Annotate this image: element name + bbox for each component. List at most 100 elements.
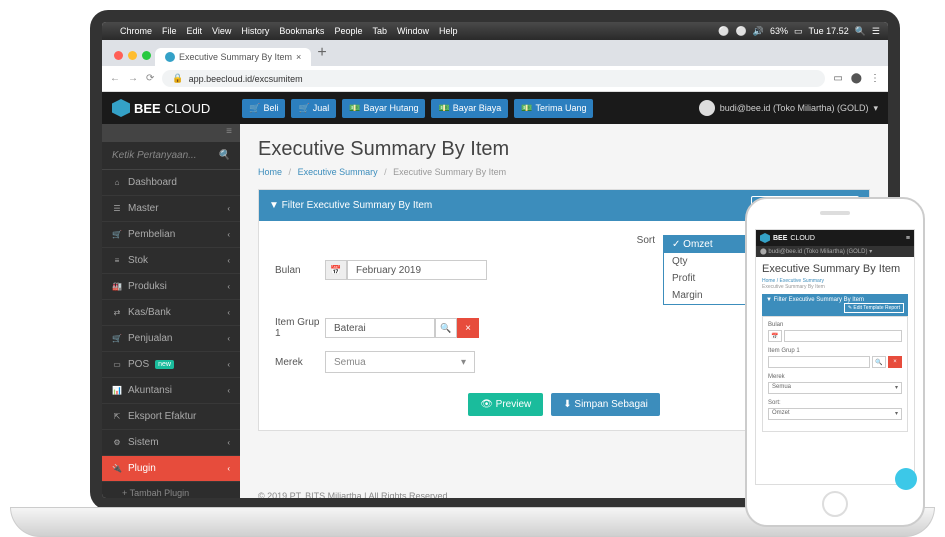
back-button[interactable]: ← xyxy=(110,73,120,84)
reload-button[interactable]: ⟳ xyxy=(146,73,154,84)
page-title: Executive Summary By Item xyxy=(258,138,870,161)
menu-icon: ▭ xyxy=(112,360,122,369)
brand-logo[interactable]: BEECLOUD xyxy=(112,99,210,117)
browser-toolbar: ← → ⟳ 🔒 app.beecloud.id/excsumitem ▭ ⬤ ⋮ xyxy=(102,66,888,92)
minimize-icon[interactable] xyxy=(128,51,137,60)
mobile-search-button[interactable]: 🔍 xyxy=(872,356,886,368)
sidebar-item-master[interactable]: ☰Master‹ xyxy=(102,196,240,222)
sidebar-item-dashboard[interactable]: ⌂Dashboard xyxy=(102,170,240,196)
mobile-breadcrumb: Home / Executive Summary Executive Summa… xyxy=(762,278,908,290)
breadcrumb-current: Executive Summary By Item xyxy=(393,167,506,177)
app-topbar: BEECLOUD 🛒Beli 🛒Jual 💵Bayar Hutang 💵Baya… xyxy=(102,92,888,124)
breadcrumb-home[interactable]: Home xyxy=(258,167,282,177)
chevron-right-icon: ‹ xyxy=(227,282,230,291)
sidebar-item-label: Eksport Efaktur xyxy=(128,411,196,422)
calendar-icon[interactable]: 📅 xyxy=(325,260,347,280)
label-merek: Merek xyxy=(275,357,325,368)
bulan-input[interactable]: February 2019 xyxy=(347,260,487,280)
menu-icon: 🔌 xyxy=(112,464,122,473)
label-bulan: Bulan xyxy=(275,265,325,276)
menu-edit[interactable]: Edit xyxy=(187,26,203,36)
sidebar-item-penjualan[interactable]: 🛒Penjualan‹ xyxy=(102,326,240,352)
sidebar-item-pembelian[interactable]: 🛒Pembelian‹ xyxy=(102,222,240,248)
menu-icon[interactable]: ☰ xyxy=(872,26,880,37)
sidebar-item-kasbank[interactable]: ⇄Kas/Bank‹ xyxy=(102,300,240,326)
menu-icon[interactable]: ≡ xyxy=(906,235,910,242)
menu-tab[interactable]: Tab xyxy=(372,26,387,36)
profile-icon[interactable]: ⬤ xyxy=(851,73,862,84)
sidebar-item-label: Kas/Bank xyxy=(128,307,171,318)
quick-beli-button[interactable]: 🛒Beli xyxy=(242,99,285,118)
sidebar-item-label: Produksi xyxy=(128,281,167,292)
window-controls[interactable] xyxy=(110,51,155,66)
sidebar-sub-tambah-plugin[interactable]: + Tambah Plugin xyxy=(102,482,240,498)
mobile-clear-button[interactable]: × xyxy=(888,356,902,368)
mobile-label-bulan: Bulan xyxy=(768,322,902,328)
item-grup-search-button[interactable]: 🔍 xyxy=(435,318,457,338)
menu-dots-icon[interactable]: ⋮ xyxy=(870,73,880,84)
sidebar-item-label: Pembelian xyxy=(128,229,175,240)
menu-file[interactable]: File xyxy=(162,26,177,36)
menu-view[interactable]: View xyxy=(212,26,231,36)
sidebar-item-stok[interactable]: ≡Stok‹ xyxy=(102,248,240,274)
mobile-sort-select[interactable]: Omzet▾ xyxy=(768,408,902,420)
mobile-page-title: Executive Summary By Item xyxy=(762,263,908,275)
mobile-edit-template-button[interactable]: ✎ Edit Template Report xyxy=(844,303,904,313)
sidebar-item-pos[interactable]: ▭POSnew‹ xyxy=(102,352,240,378)
sidebar-item-akuntansi[interactable]: 📊Akuntansi‹ xyxy=(102,378,240,404)
close-tab-icon[interactable]: × xyxy=(296,52,301,62)
mobile-item-grup-input[interactable] xyxy=(768,356,870,368)
mobile-merek-select[interactable]: Semua▾ xyxy=(768,382,902,394)
sidebar-item-label: POS xyxy=(128,359,149,370)
sidebar-item-eksportefaktur[interactable]: ⇱Eksport Efaktur xyxy=(102,404,240,430)
sidebar-toggle[interactable]: ≡ xyxy=(102,124,240,142)
sidebar-search[interactable]: Ketik Pertanyaan... 🔍 xyxy=(102,142,240,170)
sidebar: ≡ Ketik Pertanyaan... 🔍 ⌂Dashboard☰Maste… xyxy=(102,124,240,498)
sidebar-item-label: Akuntansi xyxy=(128,385,172,396)
sidebar-item-plugin[interactable]: 🔌Plugin‹ xyxy=(102,456,240,482)
menu-bookmarks[interactable]: Bookmarks xyxy=(279,26,324,36)
browser-tab[interactable]: Executive Summary By Item × xyxy=(155,48,311,66)
sidebar-item-produksi[interactable]: 🏭Produksi‹ xyxy=(102,274,240,300)
new-badge: new xyxy=(155,360,174,369)
search-icon[interactable]: 🔍 xyxy=(855,26,866,37)
sidebar-item-label: Sistem xyxy=(128,437,159,448)
menu-icon: ☰ xyxy=(112,204,122,213)
save-as-button[interactable]: ⬇ Simpan Sebagai xyxy=(551,393,660,416)
quick-terima-uang-button[interactable]: 💵Terima Uang xyxy=(514,99,593,118)
menu-people[interactable]: People xyxy=(334,26,362,36)
quick-bayar-biaya-button[interactable]: 💵Bayar Biaya xyxy=(431,99,508,118)
calendar-icon[interactable]: 📅 xyxy=(768,330,782,342)
chevron-right-icon: ‹ xyxy=(227,464,230,473)
merek-select[interactable]: Semua ▾ xyxy=(325,351,475,373)
menu-icon: 🛒 xyxy=(112,334,122,343)
quick-bayar-hutang-button[interactable]: 💵Bayar Hutang xyxy=(342,99,425,118)
home-button[interactable] xyxy=(822,491,848,517)
chevron-right-icon: ‹ xyxy=(227,386,230,395)
menu-chrome[interactable]: Chrome xyxy=(120,26,152,36)
sidebar-item-label: Dashboard xyxy=(128,177,177,188)
user-menu[interactable]: budi@bee.id (Toko Miliartha) (GOLD) ▾ xyxy=(699,100,878,116)
logo-icon xyxy=(760,233,770,243)
address-bar[interactable]: 🔒 app.beecloud.id/excsumitem xyxy=(162,70,825,87)
cart-icon: 🛒 xyxy=(249,103,260,114)
mobile-bulan-input[interactable] xyxy=(784,330,902,342)
item-grup-clear-button[interactable]: × xyxy=(457,318,479,338)
new-tab-button[interactable]: + xyxy=(311,44,332,66)
chat-fab-button[interactable] xyxy=(895,468,915,485)
preview-button[interactable]: 👁 Preview xyxy=(468,393,543,416)
forward-button[interactable]: → xyxy=(128,73,138,84)
quick-jual-button[interactable]: 🛒Jual xyxy=(291,99,336,118)
close-icon[interactable] xyxy=(114,51,123,60)
mobile-user-bar[interactable]: ⬤ budi@bee.id (Toko Miliartha) (GOLD) ▾ xyxy=(756,246,914,257)
item-grup-input[interactable]: Baterai xyxy=(325,318,435,338)
menu-window[interactable]: Window xyxy=(397,26,429,36)
maximize-icon[interactable] xyxy=(142,51,151,60)
breadcrumb-exec-summary[interactable]: Executive Summary xyxy=(298,167,378,177)
extension-icon[interactable]: ▭ xyxy=(833,73,842,84)
sidebar-item-sistem[interactable]: ⚙Sistem‹ xyxy=(102,430,240,456)
menu-help[interactable]: Help xyxy=(439,26,458,36)
sidebar-item-label: Stok xyxy=(128,255,148,266)
menu-history[interactable]: History xyxy=(241,26,269,36)
browser-tab-bar: Executive Summary By Item × + xyxy=(102,40,888,66)
